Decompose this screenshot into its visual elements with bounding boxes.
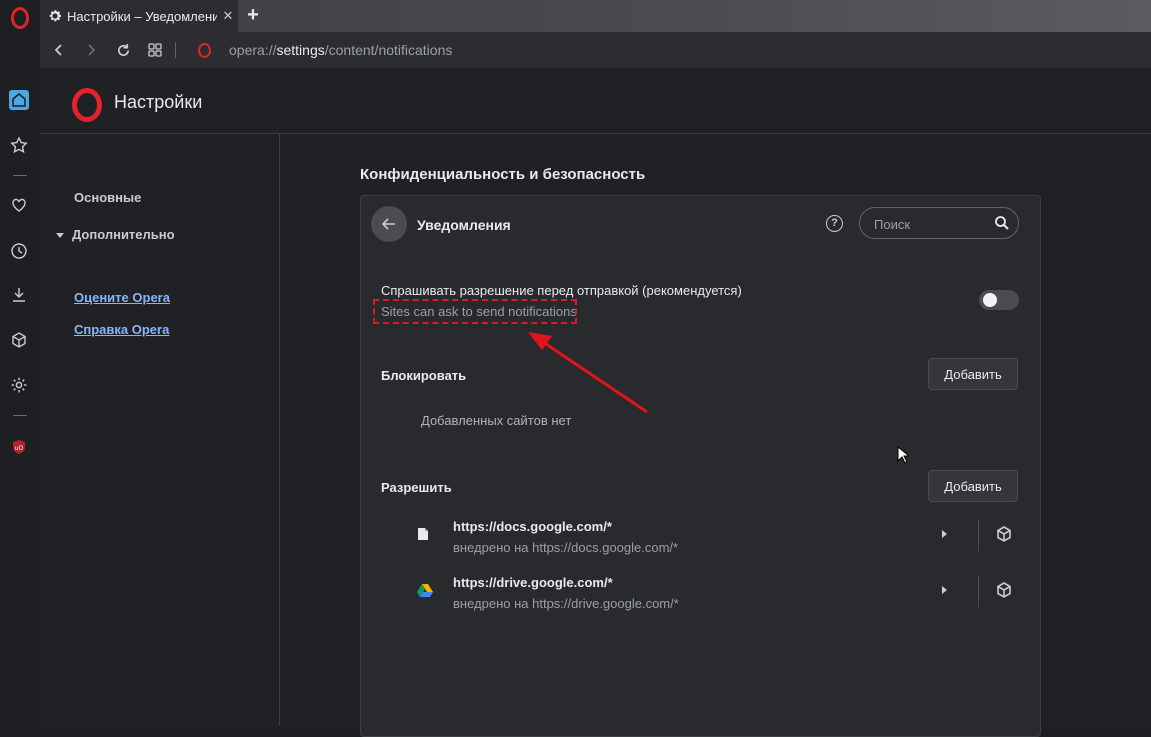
address-bar: opera://settings/content/notifications xyxy=(40,32,1151,68)
site-embedded: внедрено на https://docs.google.com/* xyxy=(453,540,679,555)
rate-opera-link[interactable]: Оцените Opera xyxy=(74,290,170,305)
allow-add-button[interactable]: Добавить xyxy=(928,470,1018,502)
nav-item-basic[interactable]: Основные xyxy=(74,190,141,205)
opera-logo-icon xyxy=(72,88,102,122)
tab-settings[interactable]: Настройки – Уведомления ✕ xyxy=(40,0,238,32)
download-icon[interactable] xyxy=(9,285,29,305)
reload-icon[interactable] xyxy=(114,41,132,59)
settings-left-nav: Основные Дополнительно Оцените Opera Спр… xyxy=(40,134,280,726)
mouse-cursor-icon xyxy=(897,446,909,464)
block-add-button[interactable]: Добавить xyxy=(928,358,1018,390)
notifications-card: Уведомления ? Спрашивать разрешение пере… xyxy=(360,195,1041,737)
annotation-highlight-box xyxy=(373,299,577,324)
address-separator xyxy=(175,42,176,58)
url-host: settings xyxy=(276,42,325,58)
help-icon[interactable]: ? xyxy=(826,215,843,232)
url-path: /content/notifications xyxy=(324,42,453,58)
site-separator xyxy=(978,519,979,551)
expand-arrow-icon[interactable] xyxy=(942,586,947,594)
list-item[interactable]: https://docs.google.com/* внедрено на ht… xyxy=(417,519,1017,559)
search-box[interactable] xyxy=(859,207,1019,239)
opera-favicon-icon xyxy=(198,43,211,58)
cube-icon[interactable] xyxy=(995,525,1015,545)
page-header: Настройки xyxy=(40,68,1151,134)
search-input[interactable] xyxy=(872,214,986,234)
sidebar-divider xyxy=(13,415,27,416)
card-title: Уведомления xyxy=(417,217,511,233)
toggle-knob xyxy=(983,293,997,307)
cube-icon[interactable] xyxy=(995,581,1015,601)
speed-dial-icon[interactable] xyxy=(146,41,164,59)
ask-permission-label: Спрашивать разрешение перед отправкой (р… xyxy=(381,283,742,298)
star-icon[interactable] xyxy=(9,135,29,155)
caret-down-icon xyxy=(56,233,64,239)
tab-title: Настройки – Уведомления xyxy=(67,8,217,24)
back-nav-icon[interactable] xyxy=(50,41,68,59)
cube-icon[interactable] xyxy=(9,330,29,350)
block-label: Блокировать xyxy=(381,368,467,383)
tab-close-icon[interactable]: ✕ xyxy=(221,8,235,24)
document-icon xyxy=(417,527,431,543)
nav-item-advanced-label: Дополнительно xyxy=(72,227,175,242)
site-separator xyxy=(978,575,979,607)
back-button[interactable] xyxy=(371,206,407,242)
gear-icon xyxy=(48,9,62,23)
url-field[interactable]: opera://settings/content/notifications xyxy=(229,42,452,58)
google-drive-icon xyxy=(417,583,433,599)
allow-label: Разрешить xyxy=(381,480,452,495)
opera-menu-button[interactable] xyxy=(0,0,40,32)
new-tab-button[interactable]: + xyxy=(244,4,262,26)
settings-icon[interactable] xyxy=(9,375,29,395)
nav-item-advanced[interactable]: Дополнительно xyxy=(56,227,175,242)
page-title: Настройки xyxy=(114,92,203,112)
history-icon[interactable] xyxy=(9,241,29,261)
opera-help-link[interactable]: Справка Opera xyxy=(74,322,169,337)
svg-text:uO: uO xyxy=(15,445,24,452)
block-empty-text: Добавленных сайтов нет xyxy=(421,413,572,428)
heart-icon[interactable] xyxy=(9,195,29,215)
list-item[interactable]: https://drive.google.com/* внедрено на h… xyxy=(417,575,1017,615)
site-url: https://docs.google.com/* xyxy=(453,519,612,534)
site-embedded: внедрено на https://drive.google.com/* xyxy=(453,596,679,611)
expand-arrow-icon[interactable] xyxy=(942,530,947,538)
section-title: Конфиденциальность и безопасность xyxy=(360,166,646,183)
opera-logo-icon xyxy=(11,7,29,29)
site-url: https://drive.google.com/* xyxy=(453,575,613,590)
home-icon[interactable] xyxy=(9,90,29,110)
forward-nav-icon[interactable] xyxy=(82,41,100,59)
url-scheme: opera:// xyxy=(229,42,277,58)
tab-strip: Настройки – Уведомления ✕ + xyxy=(0,0,1151,32)
opera-sidebar: uO xyxy=(0,32,40,726)
settings-page: Настройки Основные Дополнительно Оцените… xyxy=(40,68,1151,737)
sidebar-divider xyxy=(13,175,27,176)
ask-permission-toggle[interactable] xyxy=(979,290,1019,310)
search-icon[interactable] xyxy=(994,215,1010,231)
ublock-icon[interactable]: uO xyxy=(9,437,29,457)
